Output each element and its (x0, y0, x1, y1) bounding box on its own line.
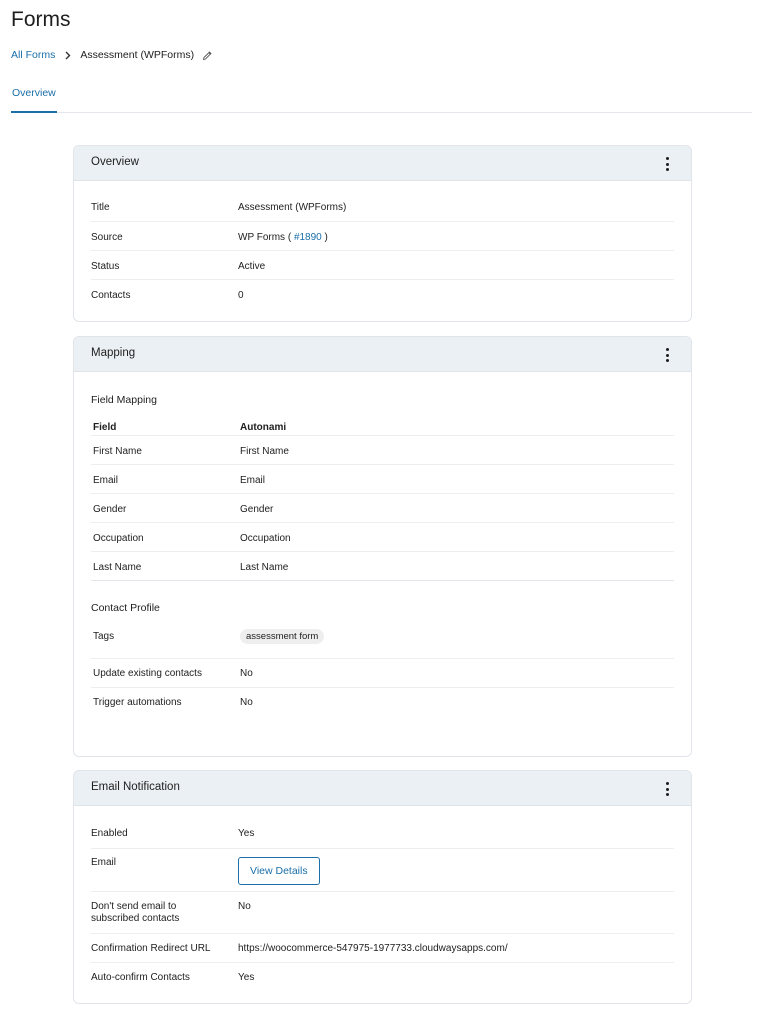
email-notification-card: Email Notification Enabled Yes Email Vie… (73, 770, 692, 1004)
column-header-autonami: Autonami (240, 422, 287, 433)
mapping-autonami: Gender (240, 504, 274, 515)
tab-overview[interactable]: Overview (11, 80, 57, 113)
row-value: Yes (238, 972, 255, 983)
email-notification-card-title: Email Notification (91, 781, 180, 793)
row-label: Title (91, 202, 110, 213)
source-prefix: WP Forms ( (238, 232, 294, 243)
row-value: WP Forms ( #1890 ) (238, 232, 674, 243)
table-row: Email Email (91, 465, 674, 494)
row-label: Email (91, 857, 117, 868)
mapping-field: First Name (93, 446, 142, 457)
row-label: Update existing contacts (93, 668, 202, 679)
page-title: Forms (11, 8, 71, 31)
row-label: Auto-confirm Contacts (91, 972, 190, 983)
status-value: Active (238, 261, 266, 272)
view-details-button[interactable]: View Details (238, 857, 320, 885)
row-label: Don't send email to subscribed contacts (91, 901, 238, 925)
row-label: Status (91, 261, 120, 272)
overview-card-title: Overview (91, 156, 139, 168)
contacts-value: 0 (238, 290, 244, 301)
mapping-card-header: Mapping (74, 337, 691, 372)
email-row-auto-confirm: Auto-confirm Contacts Yes (91, 963, 674, 992)
mapping-autonami: First Name (240, 446, 289, 457)
row-label-line: subscribed contacts (91, 913, 180, 924)
email-row-dont-send: Don't send email to subscribed contacts N… (91, 892, 674, 934)
contact-profile-title: Contact Profile (91, 602, 160, 614)
row-label: Enabled (91, 828, 128, 839)
contact-row-tags: Tags assessment form (91, 627, 674, 659)
email-row-redirect-url: Confirmation Redirect URL https://woocom… (91, 934, 674, 963)
kebab-menu-icon[interactable] (662, 157, 672, 171)
mapping-autonami: Last Name (240, 562, 289, 573)
mapping-field: Occupation (93, 533, 144, 544)
column-header-field: Field (93, 422, 117, 433)
mapping-autonami: Email (240, 475, 266, 486)
kebab-menu-icon[interactable] (662, 782, 672, 796)
kebab-menu-icon[interactable] (662, 348, 672, 362)
row-label: Confirmation Redirect URL (91, 943, 211, 954)
overview-row-status: Status Active (91, 251, 674, 280)
mapping-autonami: Occupation (240, 533, 291, 544)
tag-pill: assessment form (240, 629, 325, 644)
source-suffix: ) (321, 232, 328, 243)
mapping-field: Last Name (93, 562, 142, 573)
row-value: No (238, 901, 251, 912)
source-form-link[interactable]: #1890 (294, 232, 322, 243)
row-value: No (240, 668, 253, 679)
overview-row-title: Title Assessment (WPForms) (91, 194, 674, 222)
breadcrumb-current: Assessment (WPForms) (80, 49, 195, 61)
mapping-card-title: Mapping (91, 347, 136, 359)
pencil-icon[interactable] (202, 50, 213, 61)
row-value: No (240, 697, 253, 708)
chevron-right-icon (65, 51, 71, 60)
mapping-table-header: Field Autonami (91, 405, 674, 436)
table-row: Gender Gender (91, 494, 674, 523)
email-row-enabled: Enabled Yes (91, 819, 674, 849)
breadcrumb-all-forms-link[interactable]: All Forms (11, 49, 55, 61)
row-value: Yes (238, 828, 255, 839)
table-row: Last Name Last Name (91, 552, 674, 580)
row-label: Contacts (91, 290, 131, 301)
mapping-field: Email (93, 475, 119, 486)
table-row: First Name First Name (91, 436, 674, 465)
overview-row-contacts: Contacts 0 (91, 280, 674, 309)
row-value: Assessment (WPForms) (238, 202, 347, 213)
breadcrumb: All Forms Assessment (WPForms) (11, 49, 213, 61)
email-row-email: Email View Details (91, 849, 674, 892)
mapping-card: Mapping Field Mapping Field Autonami Fir… (73, 336, 692, 757)
row-label: Source (91, 232, 123, 243)
tab-bar: Overview (11, 80, 752, 113)
contact-row-trigger-automations: Trigger automations No (91, 688, 674, 717)
overview-row-source: Source WP Forms ( #1890 ) (91, 222, 674, 251)
redirect-url-value: https://woocommerce-547975-1977733.cloud… (238, 943, 508, 954)
table-row: Occupation Occupation (91, 523, 674, 552)
mapping-field: Gender (93, 504, 127, 515)
contact-row-update-existing: Update existing contacts No (91, 659, 674, 688)
overview-card-header: Overview (74, 146, 691, 181)
row-label: Trigger automations (93, 697, 182, 708)
overview-card: Overview Title Assessment (WPForms) Sour… (73, 145, 692, 322)
row-label-line: Don't send email to (91, 901, 177, 912)
email-notification-card-header: Email Notification (74, 771, 691, 806)
field-mapping-title: Field Mapping (91, 394, 157, 406)
row-label: Tags (93, 631, 115, 642)
